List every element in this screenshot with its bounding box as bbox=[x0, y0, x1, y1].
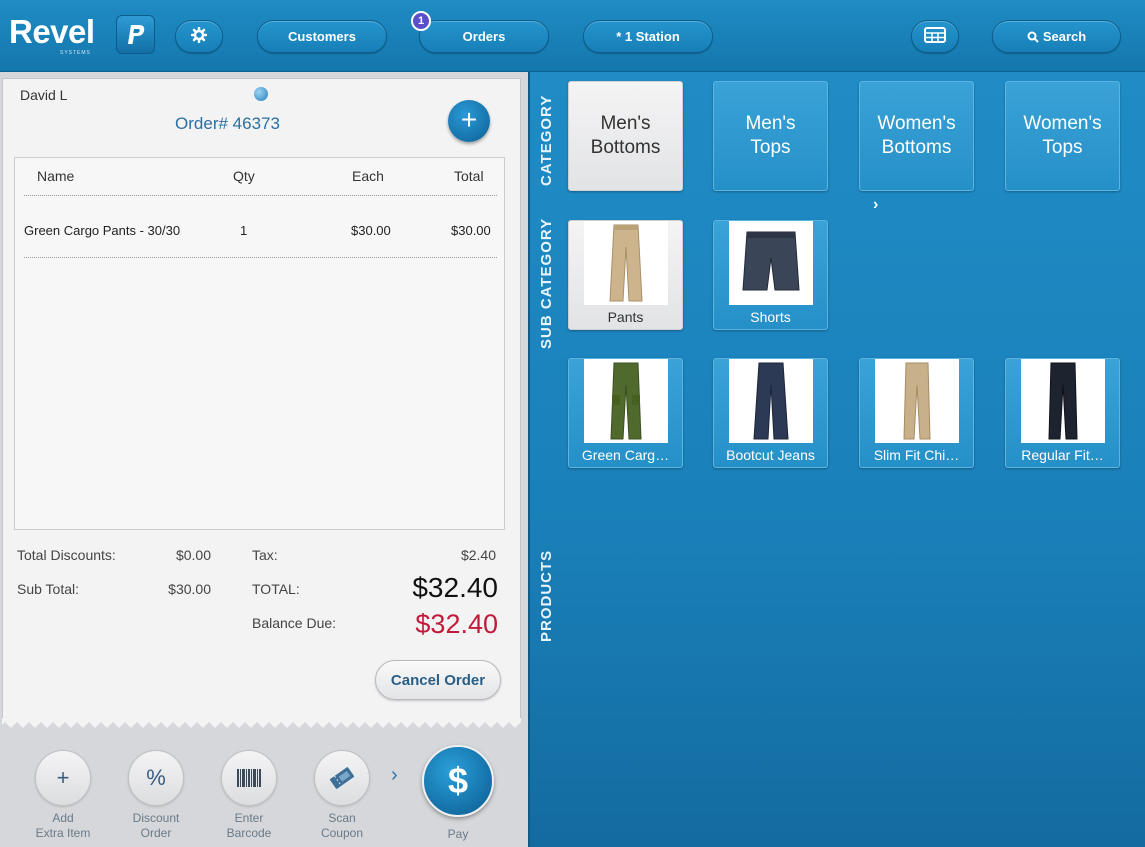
cancel-order-button[interactable]: Cancel Order bbox=[375, 660, 501, 700]
scan-coupon-button[interactable] bbox=[314, 750, 370, 806]
customer-status-dot bbox=[254, 87, 268, 101]
enter-barcode-button[interactable] bbox=[221, 750, 277, 806]
product-label: Green Carg… bbox=[581, 447, 670, 463]
product-label: Bootcut Jeans bbox=[726, 447, 815, 463]
sub-category-section-label: SUB CATEGORY bbox=[538, 217, 555, 349]
products-section-label: PRODUCTS bbox=[538, 549, 555, 642]
balance-due-value: $32.40 bbox=[415, 609, 498, 639]
settings-button[interactable] bbox=[175, 20, 223, 53]
table-layout-button[interactable] bbox=[911, 20, 959, 53]
brand-logo: Revel bbox=[9, 13, 95, 50]
receipt-torn-edge bbox=[2, 718, 521, 728]
enter-barcode-label: Enter Barcode bbox=[226, 811, 272, 840]
total-discounts-value: $0.00 bbox=[175, 547, 211, 563]
total-value: $32.40 bbox=[412, 572, 498, 603]
discount-order-button[interactable]: % bbox=[128, 750, 184, 806]
product-label: Regular Fit… bbox=[1021, 447, 1104, 463]
station-button[interactable]: * 1 Station bbox=[583, 20, 713, 53]
customer-name[interactable]: David L bbox=[20, 87, 67, 103]
search-button[interactable]: Search bbox=[992, 20, 1121, 53]
sub-category-label: Pants bbox=[607, 309, 644, 325]
percent-icon: % bbox=[146, 765, 166, 790]
category-womens-bottoms[interactable]: Women's Bottoms bbox=[859, 81, 974, 191]
discount-order-label: Discount Order bbox=[132, 811, 180, 840]
product-label: Slim Fit Chi… bbox=[873, 447, 960, 463]
sub-category-shorts[interactable]: Shorts bbox=[713, 220, 828, 330]
order-number: Order# 46373 bbox=[175, 114, 280, 133]
column-header-name: Name bbox=[37, 168, 75, 184]
sub-category-label: Shorts bbox=[750, 309, 791, 325]
bootcut-jeans-image bbox=[729, 359, 813, 443]
scan-coupon-label: Scan Coupon bbox=[320, 811, 364, 840]
column-header-qty: Qty bbox=[233, 168, 255, 184]
product-bootcut-jeans[interactable]: Bootcut Jeans bbox=[713, 358, 828, 468]
paypal-icon[interactable] bbox=[116, 15, 155, 54]
more-categories-chevron-icon[interactable]: › bbox=[873, 196, 878, 214]
customers-button[interactable]: Customers bbox=[257, 20, 387, 53]
order-items-table bbox=[14, 157, 505, 530]
category-womens-tops[interactable]: Women's Tops bbox=[1005, 81, 1120, 191]
plus-icon: + bbox=[460, 104, 478, 135]
top-bar: Revel SYSTEMS Customers Orders 1 * 1 Sta… bbox=[0, 0, 1145, 72]
product-green-cargo[interactable]: Green Carg… bbox=[568, 358, 683, 468]
category-label: Men's Bottoms bbox=[590, 113, 661, 158]
new-order-button[interactable]: + bbox=[448, 100, 490, 142]
item-total: $30.00 bbox=[451, 223, 491, 238]
dollar-icon: $ bbox=[447, 760, 469, 801]
regular-fit-pants-image bbox=[1021, 359, 1105, 443]
column-header-total: Total bbox=[454, 168, 484, 184]
pants-image bbox=[584, 221, 668, 305]
category-label: Women's Tops bbox=[1023, 113, 1102, 158]
sub-category-pants[interactable]: Pants bbox=[568, 220, 683, 330]
gear-icon bbox=[190, 26, 208, 46]
total-discounts-label: Total Discounts: bbox=[17, 547, 116, 563]
slim-fit-chino-image bbox=[875, 359, 959, 443]
green-cargo-pants-image bbox=[584, 359, 668, 443]
pay-button[interactable]: $ bbox=[422, 745, 494, 817]
tax-value: $2.40 bbox=[460, 547, 496, 563]
category-label: Women's Bottoms bbox=[877, 113, 956, 158]
subtotal-label: Sub Total: bbox=[17, 581, 80, 597]
pay-label: Pay bbox=[447, 827, 469, 841]
orders-button[interactable]: Orders bbox=[419, 20, 549, 53]
category-mens-tops[interactable]: Men's Tops bbox=[713, 81, 828, 191]
item-each: $30.00 bbox=[351, 223, 391, 238]
search-label: Search bbox=[1042, 29, 1087, 44]
search-icon bbox=[1027, 31, 1039, 43]
product-regular-fit[interactable]: Regular Fit… bbox=[1005, 358, 1120, 468]
category-mens-bottoms[interactable]: Men's Bottoms bbox=[568, 81, 683, 191]
column-header-each: Each bbox=[352, 168, 384, 184]
more-actions-chevron-icon[interactable]: › bbox=[391, 764, 398, 787]
product-slim-fit-chino[interactable]: Slim Fit Chi… bbox=[859, 358, 974, 468]
plus-icon: + bbox=[56, 765, 70, 790]
category-section-label: CATEGORY bbox=[538, 94, 555, 186]
table-grid-icon bbox=[924, 27, 946, 46]
coupon-icon bbox=[328, 766, 356, 790]
subtotal-value: $30.00 bbox=[168, 581, 211, 597]
row-divider bbox=[24, 257, 497, 258]
item-qty: 1 bbox=[240, 223, 248, 238]
barcode-icon bbox=[236, 768, 262, 788]
tax-label: Tax: bbox=[252, 547, 278, 563]
category-label: Men's Tops bbox=[745, 113, 796, 158]
item-name: Green Cargo Pants - 30/30 bbox=[24, 223, 181, 238]
add-extra-item-button[interactable]: + bbox=[35, 750, 91, 806]
total-label: TOTAL: bbox=[252, 581, 300, 597]
balance-due-label: Balance Due: bbox=[252, 615, 337, 631]
brand-subtitle: SYSTEMS bbox=[60, 50, 91, 56]
header-divider bbox=[24, 195, 497, 196]
orders-count-badge: 1 bbox=[411, 11, 431, 31]
shorts-image bbox=[729, 221, 813, 305]
add-extra-item-label: Add Extra Item bbox=[35, 811, 91, 840]
